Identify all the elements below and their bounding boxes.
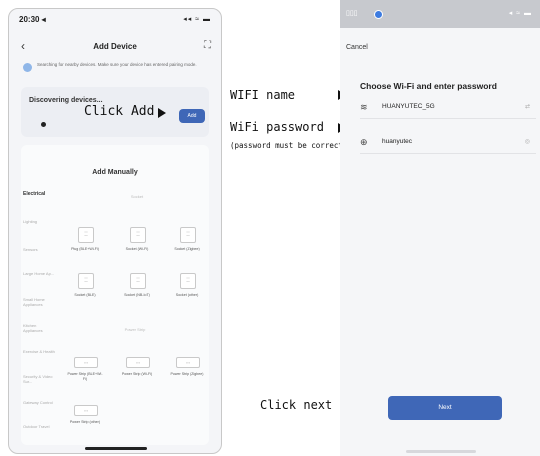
search-info-text: Searching for nearby devices. Make sure … [37, 62, 197, 67]
status-bar: ▯▯▯ ◂ ≈ ▬ [340, 0, 540, 28]
annotation-click-next: Click next [260, 398, 333, 412]
annotation-click-add: Click Add [84, 104, 155, 119]
socket-icon[interactable]: ⁚⁚ [78, 273, 94, 289]
category-electrical[interactable]: Electrical [23, 192, 55, 197]
socket-icon[interactable]: ⁚⁚ [130, 227, 146, 243]
page-title: Add Device [93, 42, 137, 51]
cancel-button[interactable]: Cancel [346, 44, 368, 51]
arrow-icon [158, 108, 166, 118]
power-strip-icon[interactable]: ▫▫▫ [126, 357, 150, 368]
wifi-setup-screen: ▯▯▯ ◂ ≈ ▬ Cancel Choose Wi-Fi and enter … [340, 0, 540, 456]
status-time: ▯▯▯ [346, 10, 358, 17]
power-strip-icon[interactable]: ▫▫▫ [74, 357, 98, 368]
next-button[interactable]: Next [388, 396, 502, 420]
power-strip-label[interactable]: Power Strip (BLE+Wi-Fi) [67, 372, 103, 381]
annotation-wifi-password: WiFi password [230, 120, 324, 134]
discovered-device-dot [41, 122, 46, 127]
add-manually-title: Add Manually [92, 169, 138, 176]
wifi-ssid-value[interactable]: HUANYUTEC_5G [382, 103, 435, 110]
scan-icon[interactable]: ⛶ [204, 40, 211, 51]
socket-label[interactable]: Socket (Zigbee) [169, 247, 205, 252]
discovering-label: Discovering devices... [29, 97, 103, 104]
power-strip-label[interactable]: Power Strip (Wi-Fi) [119, 372, 155, 377]
add-device-screen: 20:30 ◂ ◂◂ ≈ ▬ ‹ Add Device ⛶ Searching … [8, 8, 222, 454]
home-indicator [406, 450, 476, 453]
power-strip-icon[interactable]: ▫▫▫ [176, 357, 200, 368]
socket-label[interactable]: Socket (other) [169, 293, 205, 298]
password-value[interactable]: huanyutec [382, 138, 412, 145]
show-password-icon[interactable]: ◎ [525, 138, 530, 145]
socket-icon[interactable]: ⁚⁚ [130, 273, 146, 289]
socket-label[interactable]: Socket (NB-IoT) [119, 293, 155, 298]
category-lighting[interactable]: Lighting [23, 219, 55, 224]
category-small-appliances[interactable]: Small Home Appliances [23, 297, 55, 307]
power-strip-icon[interactable]: ▫▫▫ [74, 405, 98, 416]
password-field[interactable]: ⊕ huanyutec ◎ [360, 136, 536, 150]
lock-icon: ⊕ [360, 137, 368, 147]
socket-icon[interactable]: ⁚⁚ [78, 227, 94, 243]
category-outdoor[interactable]: Outdoor Travel [23, 424, 55, 429]
category-gateway[interactable]: Gateway Control [23, 400, 55, 405]
power-strip-header: Power Strip [124, 327, 146, 332]
status-time: 20:30 ◂ [19, 15, 46, 24]
search-info: Searching for nearby devices. Make sure … [23, 62, 207, 72]
wifi-icon: ≋ [360, 102, 368, 112]
divider [360, 118, 536, 119]
home-indicator [85, 447, 147, 450]
category-security-video[interactable]: Security & Video Sur... [23, 374, 55, 384]
location-icon [374, 10, 383, 19]
category-kitchen[interactable]: Kitchen Appliances [23, 323, 55, 333]
bluetooth-icon [23, 63, 32, 72]
status-icons: ◂ ≈ ▬ [508, 10, 532, 17]
socket-label[interactable]: Plug (BLE+Wi-Fi) [67, 247, 103, 252]
category-sensors[interactable]: Sensors [23, 247, 55, 252]
divider [360, 153, 536, 154]
socket-icon[interactable]: ⁚⁚ [180, 273, 196, 289]
category-large-appliances[interactable]: Large Home Ap... [23, 271, 55, 276]
add-button[interactable]: Add [179, 109, 205, 123]
wifi-ssid-field[interactable]: ≋ HUANYUTEC_5G ⇄ [360, 101, 536, 115]
socket-label[interactable]: Socket (Wi-Fi) [119, 247, 155, 252]
switch-network-icon[interactable]: ⇄ [525, 103, 530, 110]
power-strip-label[interactable]: Power Strip (Zigbee) [169, 372, 205, 377]
socket-header: Socket [130, 194, 144, 199]
annotation-password-note: (password must be correct) [230, 141, 348, 150]
status-icons: ◂◂ ≈ ▬ [183, 16, 211, 23]
socket-icon[interactable]: ⁚⁚ [180, 227, 196, 243]
power-strip-label[interactable]: Power Strip (other) [67, 420, 103, 425]
category-exercise-health[interactable]: Exercise & Health [23, 349, 55, 354]
socket-label[interactable]: Socket (BLE) [67, 293, 103, 298]
wifi-title: Choose Wi-Fi and enter password [360, 81, 497, 91]
annotation-wifi-name: WIFI name [230, 88, 296, 102]
